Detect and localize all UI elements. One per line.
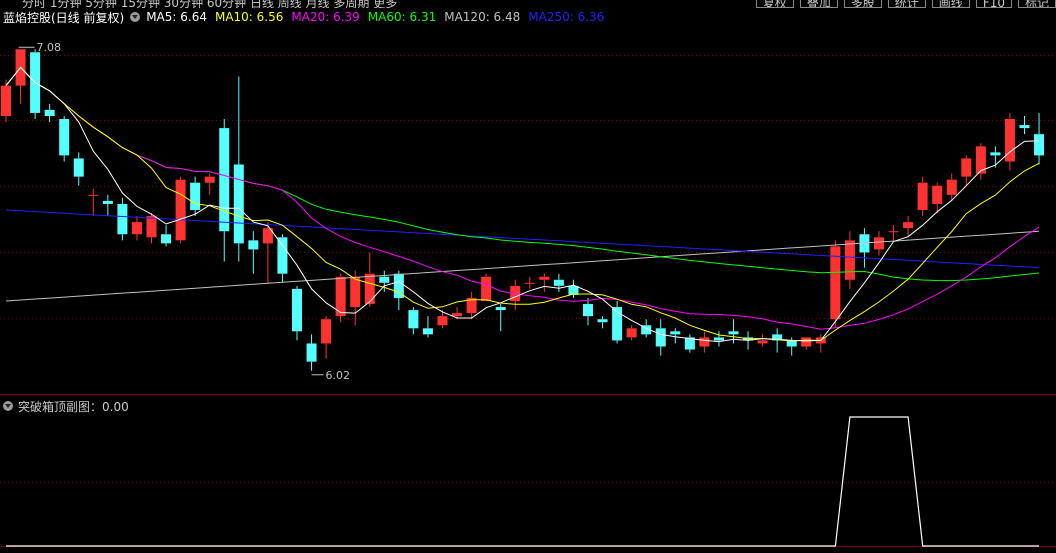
candle-28 (408, 307, 419, 335)
candle-48 (699, 331, 710, 353)
candle-9 (131, 216, 142, 241)
candle-22 (321, 316, 332, 359)
candle-37 (539, 273, 550, 292)
candle-15 (219, 119, 230, 262)
candle-66 (961, 155, 972, 186)
candle-41 (597, 316, 608, 329)
candle-19 (277, 234, 288, 283)
ma10-label: MA10: 6.56 (214, 10, 284, 24)
sub-legend: 突破箱顶副图：0.00 (0, 398, 129, 414)
kline-chart[interactable]: 7.08 6.02 (0, 0, 1056, 553)
candle-13 (190, 176, 201, 217)
ma60-line (5, 66, 1040, 282)
candle-6 (88, 188, 99, 217)
ma250-label: MA250: 6.36 (528, 10, 605, 24)
toolbar-button-1[interactable]: 叠加 (799, 0, 838, 8)
candle-40 (583, 297, 593, 326)
stock-title: 蓝焰控股(日线 前复权) (3, 10, 125, 25)
toolbar-button-5[interactable]: F10 (975, 0, 1012, 8)
candle-14 (204, 173, 215, 195)
candle-0 (1, 79, 11, 123)
sub-indicator-title: 突破箱顶副图：0.00 (18, 399, 129, 414)
candle-25 (364, 252, 375, 308)
candle-70 (1019, 115, 1030, 135)
candle-4 (59, 115, 70, 162)
candle-21 (306, 334, 317, 371)
candle-56 (815, 334, 826, 353)
candle-52 (757, 334, 768, 347)
ma20-line (5, 66, 1040, 330)
candle-69 (1004, 112, 1015, 171)
candle-55 (801, 337, 812, 350)
candle-11 (161, 225, 172, 247)
toolbar-button-0[interactable]: 复权 (755, 0, 794, 8)
ma10-line (5, 66, 1040, 342)
candle-45 (655, 319, 666, 356)
candle-38 (553, 273, 564, 292)
toolbar-buttons: 复权 叠加 多股 统计 画线 F10 标记 (750, 0, 1056, 8)
candle-60 (874, 231, 884, 256)
candle-43 (626, 325, 637, 341)
toolbar-button-2[interactable]: 多股 (843, 0, 882, 8)
candles (1, 49, 1045, 371)
dropdown-icon[interactable] (130, 12, 141, 22)
candle-27 (393, 270, 404, 311)
period-tabs[interactable]: 分时 1分钟 5分钟 15分钟 30分钟 60分钟 日线 周线 月线 多周期 更… (22, 0, 397, 8)
indicator-pane (6, 416, 1039, 547)
high-price-label: 7.08 (37, 41, 62, 54)
candle-29 (422, 316, 433, 338)
ma5-line (5, 66, 1040, 343)
candle-5 (73, 152, 84, 186)
indicator-line (6, 416, 1039, 547)
candle-71 (1034, 112, 1045, 165)
candle-47 (684, 334, 695, 353)
candle-63 (917, 176, 928, 217)
moving-averages (5, 66, 1040, 343)
toolbar-button-3[interactable]: 统计 (887, 0, 926, 8)
ma120-label: MA120: 6.48 (444, 10, 521, 24)
toolbar-button-6[interactable]: 标记 (1017, 0, 1056, 8)
sub-dropdown-icon[interactable] (3, 401, 13, 411)
candle-68 (990, 146, 1001, 168)
candle-59 (859, 228, 870, 268)
candle-58 (844, 231, 855, 289)
candle-20 (292, 285, 302, 341)
candle-42 (612, 301, 623, 344)
candle-34 (495, 304, 506, 332)
candle-57 (830, 240, 841, 329)
candle-12 (175, 176, 186, 244)
candle-3 (44, 103, 55, 123)
candle-16 (233, 76, 244, 262)
toolbar-button-4[interactable]: 画线 (931, 0, 970, 8)
candle-23 (335, 273, 346, 323)
ma20-label: MA20: 6.39 (291, 10, 360, 24)
low-price-label: 6.02 (326, 369, 351, 382)
candle-36 (524, 276, 535, 289)
candle-1 (15, 49, 26, 104)
candle-7 (102, 194, 113, 217)
ma60-label: MA60: 6.31 (367, 10, 437, 24)
candle-8 (117, 197, 128, 241)
grid-lines (0, 55, 1056, 547)
ma250-line (5, 209, 1040, 269)
candle-61 (888, 225, 899, 241)
ma5-label: MA5: 6.64 (146, 10, 207, 24)
period-toolbar: 分时 1分钟 5分钟 15分钟 30分钟 60分钟 日线 周线 月线 多周期 更… (0, 0, 1056, 8)
main-legend: 蓝焰控股(日线 前复权) MA5: 6.64 MA10: 6.56 MA20: … (0, 9, 612, 25)
candle-31 (452, 307, 463, 320)
candle-33 (481, 273, 492, 301)
